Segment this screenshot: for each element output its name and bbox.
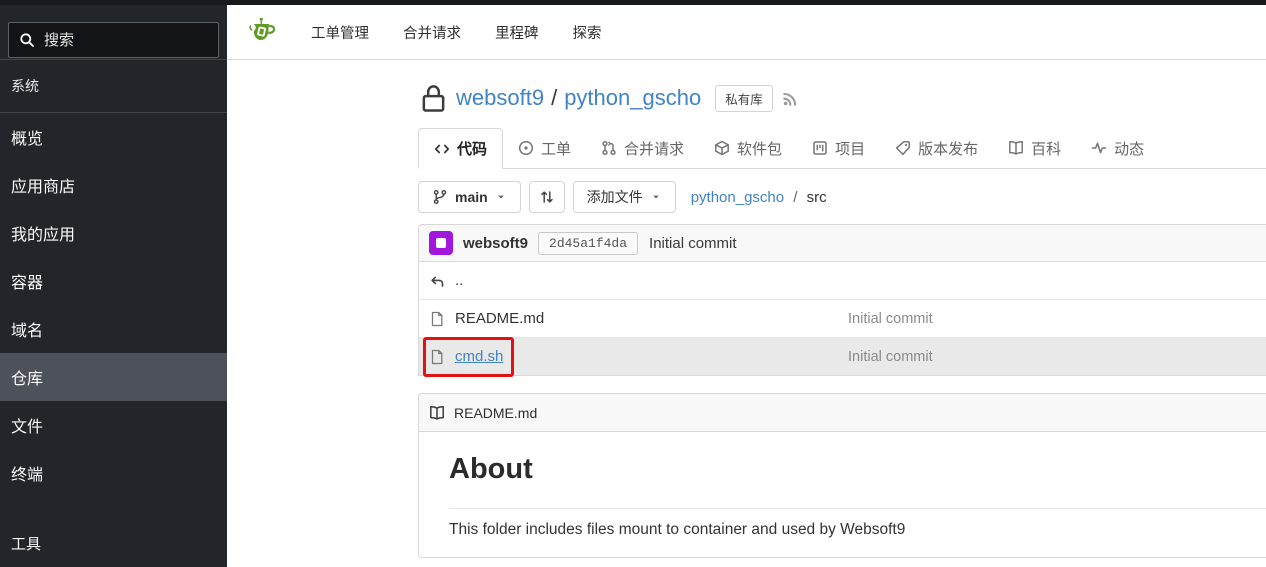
sidebar-item-terminal[interactable]: 终端 (0, 449, 227, 497)
sidebar-item-domains[interactable]: 域名 (0, 305, 227, 353)
code-icon (434, 141, 450, 157)
tab-releases[interactable]: 版本发布 (880, 128, 993, 168)
wiki-icon (1008, 140, 1024, 156)
releases-icon (895, 140, 911, 156)
branch-select-button[interactable]: main (418, 181, 521, 213)
latest-commit-bar: websoft9 2d45a1f4da Initial commit (418, 224, 1266, 262)
sidebar-item-system[interactable]: 系统 (0, 60, 227, 113)
sidebar-item-myapps[interactable]: 我的应用 (0, 209, 227, 257)
repo-page: websoft9 / python_gscho 私有库 (418, 60, 1266, 567)
lock-icon (420, 82, 447, 114)
sidebar-nav: 系统 概览 应用商店 我的应用 容器 域名 仓库 文件 终端 工具 (0, 59, 227, 567)
tab-label: 软件包 (737, 138, 782, 159)
git-compare-icon (539, 189, 555, 205)
sidebar: 系统 概览 应用商店 我的应用 容器 域名 仓库 文件 终端 工具 (0, 5, 227, 567)
navbar-item-milestones[interactable]: 里程碑 (495, 22, 539, 43)
repo-owner-link[interactable]: websoft9 (456, 85, 544, 111)
repo-title: websoft9 / python_gscho (456, 85, 701, 111)
tab-label: 代码 (457, 138, 487, 159)
gitea-navbar: 工单管理 合并请求 里程碑 探索 (227, 5, 1266, 60)
file-commit-message[interactable]: Initial commit (848, 349, 933, 365)
screen: 系统 概览 应用商店 我的应用 容器 域名 仓库 文件 终端 工具 (0, 0, 1266, 567)
parent-directory-link[interactable]: .. (455, 272, 463, 289)
navbar-item-pull-requests[interactable]: 合并请求 (403, 22, 461, 43)
tab-label: 工单 (541, 138, 571, 159)
tab-packages[interactable]: 软件包 (699, 128, 797, 168)
tab-label: 项目 (835, 138, 865, 159)
gitea-logo-icon[interactable] (243, 16, 275, 48)
file-link-cmd-sh[interactable]: cmd.sh (455, 348, 503, 365)
commit-author-avatar[interactable] (429, 231, 453, 255)
tab-wiki[interactable]: 百科 (993, 128, 1076, 168)
tab-activity[interactable]: 动态 (1076, 128, 1159, 168)
projects-icon (812, 140, 828, 156)
main-area: 工单管理 合并请求 里程碑 探索 websoft9 / python_gscho… (227, 5, 1266, 567)
private-repo-badge: 私有库 (715, 85, 773, 112)
commit-message-link[interactable]: Initial commit (649, 235, 737, 252)
search-icon (19, 32, 35, 48)
file-table: .. README.md Initial commit cmd.sh (418, 262, 1266, 376)
rss-feed-icon[interactable] (782, 89, 800, 107)
git-branch-icon (432, 189, 448, 205)
breadcrumb-repo-link[interactable]: python_gscho (691, 189, 784, 206)
sidebar-item-tools[interactable]: 工具 (0, 519, 227, 567)
file-icon (429, 311, 445, 327)
chevron-down-icon (650, 191, 662, 203)
add-file-label: 添加文件 (587, 187, 643, 207)
package-icon (714, 140, 730, 156)
file-link-readme[interactable]: README.md (455, 310, 544, 327)
sidebar-item-overview[interactable]: 概览 (0, 113, 227, 161)
readme-panel: README.md About This folder includes fil… (418, 393, 1266, 558)
book-icon (429, 405, 445, 421)
sidebar-item-repository[interactable]: 仓库 (0, 353, 227, 401)
readme-paragraph: This folder includes files mount to cont… (449, 521, 1266, 539)
readme-filename: README.md (454, 405, 537, 421)
tab-label: 动态 (1114, 138, 1144, 159)
readme-body: About This folder includes files mount t… (419, 432, 1266, 557)
repo-title-separator: / (551, 85, 557, 111)
add-file-button[interactable]: 添加文件 (573, 181, 676, 213)
file-row-readme[interactable]: README.md Initial commit (419, 300, 1266, 338)
commit-sha-button[interactable]: 2d45a1f4da (538, 232, 638, 255)
tab-label: 合并请求 (624, 138, 684, 159)
compare-branches-button[interactable] (529, 181, 565, 213)
sidebar-item-appstore[interactable]: 应用商店 (0, 161, 227, 209)
tab-label: 百科 (1031, 138, 1061, 159)
file-commit-message[interactable]: Initial commit (848, 311, 933, 327)
issues-icon (518, 140, 534, 156)
sidebar-item-files[interactable]: 文件 (0, 401, 227, 449)
tab-projects[interactable]: 项目 (797, 128, 880, 168)
tab-code[interactable]: 代码 (418, 128, 503, 169)
commit-author-name[interactable]: websoft9 (463, 235, 528, 252)
navbar-menu: 工单管理 合并请求 里程碑 探索 (311, 5, 602, 60)
chevron-down-icon (495, 191, 507, 203)
readme-header: README.md (419, 394, 1266, 432)
tab-label: 版本发布 (918, 138, 978, 159)
navbar-item-explore[interactable]: 探索 (573, 22, 602, 43)
sidebar-item-containers[interactable]: 容器 (0, 257, 227, 305)
branch-row: main 添加文件 python_gsch (418, 181, 1266, 213)
repo-header: websoft9 / python_gscho 私有库 (418, 75, 1266, 121)
breadcrumb-current-path: src (807, 189, 827, 206)
tab-issues[interactable]: 工单 (503, 128, 586, 168)
navbar-item-issues-management[interactable]: 工单管理 (311, 22, 369, 43)
repo-tabs: 代码 工单 (418, 128, 1266, 169)
go-up-arrow-icon (429, 273, 445, 289)
repo-name-link[interactable]: python_gscho (564, 85, 701, 111)
pull-request-icon (601, 140, 617, 156)
tab-pull-requests[interactable]: 合并请求 (586, 128, 699, 168)
activity-icon (1091, 140, 1107, 156)
file-icon (429, 349, 445, 365)
breadcrumb-separator: / (793, 189, 797, 206)
parent-directory-row[interactable]: .. (419, 262, 1266, 300)
readme-heading: About (449, 453, 1266, 509)
breadcrumb: python_gscho / src (691, 189, 827, 206)
branch-name: main (455, 189, 488, 205)
sidebar-search-box[interactable] (8, 22, 219, 58)
file-row-cmd-sh[interactable]: cmd.sh Initial commit (419, 338, 1266, 376)
search-input[interactable] (44, 32, 208, 49)
